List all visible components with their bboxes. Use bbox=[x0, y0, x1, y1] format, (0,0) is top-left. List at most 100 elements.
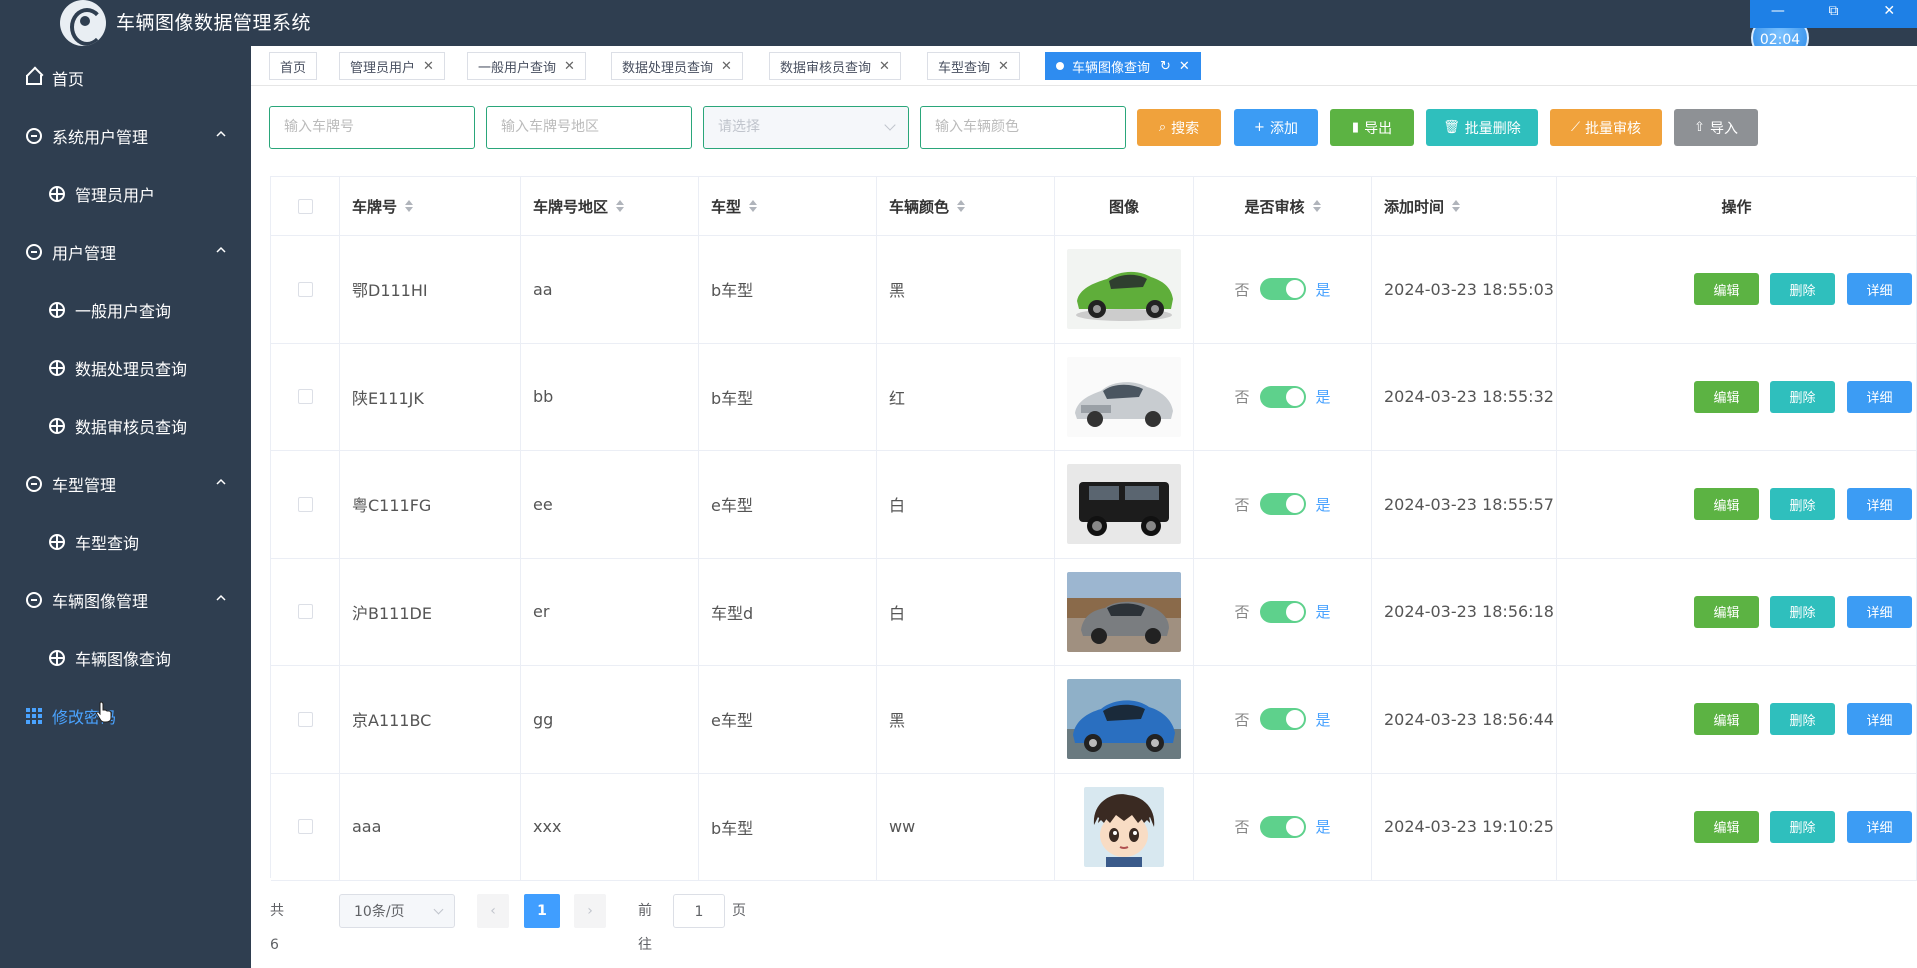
search-button[interactable]: ⌕ 搜索 bbox=[1137, 109, 1221, 146]
sort-icon[interactable] bbox=[405, 200, 414, 212]
sort-icon[interactable] bbox=[1452, 200, 1461, 212]
row-checkbox[interactable] bbox=[297, 281, 313, 297]
tab-general-users[interactable]: 一般用户查询 ✕ bbox=[467, 52, 586, 80]
plate-search-input[interactable]: 输入车牌号 bbox=[269, 106, 475, 149]
vehicle-thumbnail[interactable] bbox=[1067, 571, 1181, 652]
edit-button[interactable]: 编辑 bbox=[1694, 488, 1759, 521]
header-plate[interactable]: 车牌号 bbox=[340, 177, 521, 235]
edit-button[interactable]: 编辑 bbox=[1694, 380, 1759, 413]
sort-icon[interactable] bbox=[957, 200, 966, 212]
close-icon[interactable]: ✕ bbox=[1861, 0, 1917, 28]
sidebar-item-home[interactable]: 首页 bbox=[0, 56, 251, 100]
tab-vehicle-image-query[interactable]: 车辆图像查询 ↻ ✕ bbox=[1045, 52, 1201, 80]
edit-button[interactable]: 编辑 bbox=[1694, 810, 1759, 843]
close-icon[interactable]: ✕ bbox=[998, 59, 1009, 74]
vehicle-thumbnail[interactable] bbox=[1084, 786, 1164, 867]
sort-icon[interactable] bbox=[1312, 200, 1321, 212]
region-search-input[interactable]: 输入车牌号地区 bbox=[486, 106, 692, 149]
sidebar-item-admin-users[interactable]: 管理员用户 bbox=[0, 172, 251, 216]
review-switch[interactable] bbox=[1259, 815, 1306, 838]
batch-review-button[interactable]: ⟋ 批量审核 bbox=[1550, 109, 1662, 146]
restore-icon[interactable]: ⧉ bbox=[1806, 0, 1862, 28]
chevron-up-icon bbox=[216, 478, 226, 485]
row-checkbox[interactable] bbox=[297, 604, 313, 620]
row-checkbox[interactable] bbox=[297, 819, 313, 835]
goto-page-input[interactable]: 1 bbox=[673, 894, 725, 928]
header-type[interactable]: 车型 bbox=[699, 177, 877, 235]
next-page-button[interactable]: › bbox=[574, 894, 606, 928]
batch-delete-button[interactable]: 🗑 批量删除 bbox=[1426, 109, 1538, 146]
delete-button[interactable]: 删除 bbox=[1770, 273, 1835, 306]
import-button[interactable]: ⇧ 导入 bbox=[1674, 109, 1758, 146]
vehicle-thumbnail[interactable] bbox=[1067, 464, 1181, 545]
sidebar-item-data-processors[interactable]: 数据处理员查询 bbox=[0, 346, 251, 390]
refresh-icon[interactable]: ↻ bbox=[1160, 59, 1171, 74]
review-switch[interactable] bbox=[1259, 493, 1306, 516]
sidebar-group-system-users[interactable]: 系统用户管理 bbox=[0, 114, 251, 158]
header-time[interactable]: 添加时间 bbox=[1372, 177, 1557, 235]
detail-button[interactable]: 详细 bbox=[1847, 703, 1912, 736]
sidebar-item-data-reviewers[interactable]: 数据审核员查询 bbox=[0, 404, 251, 448]
vehicle-thumbnail[interactable] bbox=[1067, 679, 1181, 760]
region-cell: ee bbox=[521, 451, 699, 558]
image-cell bbox=[1055, 773, 1194, 880]
table-row: 鄂D111HI aa b车型 黑 否 是 2024-03-23 18:55:03… bbox=[271, 236, 1917, 344]
detail-button[interactable]: 详细 bbox=[1847, 273, 1912, 306]
review-switch[interactable] bbox=[1259, 278, 1306, 301]
close-icon[interactable]: ✕ bbox=[1179, 59, 1190, 74]
sort-icon[interactable] bbox=[616, 200, 625, 212]
close-icon[interactable]: ✕ bbox=[423, 59, 434, 74]
page-size-select[interactable]: 10条/页 bbox=[339, 894, 455, 928]
detail-button[interactable]: 详细 bbox=[1847, 488, 1912, 521]
detail-button[interactable]: 详细 bbox=[1847, 380, 1912, 413]
tab-data-processors[interactable]: 数据处理员查询 ✕ bbox=[611, 52, 743, 80]
vehicle-type-select[interactable]: 请选择 bbox=[703, 106, 909, 149]
delete-button[interactable]: 删除 bbox=[1770, 488, 1835, 521]
review-switch[interactable] bbox=[1259, 385, 1306, 408]
close-icon[interactable]: ✕ bbox=[879, 59, 890, 74]
delete-button[interactable]: 删除 bbox=[1770, 380, 1835, 413]
close-icon[interactable]: ✕ bbox=[564, 59, 575, 74]
tab-home[interactable]: 首页 bbox=[269, 52, 318, 80]
edit-button[interactable]: 编辑 bbox=[1694, 273, 1759, 306]
header-label: 车牌号 bbox=[352, 197, 398, 216]
close-icon[interactable]: ✕ bbox=[721, 59, 732, 74]
minimize-icon[interactable]: — bbox=[1750, 0, 1806, 28]
row-checkbox[interactable] bbox=[297, 711, 313, 727]
vehicle-thumbnail[interactable] bbox=[1067, 356, 1181, 437]
color-search-input[interactable]: 输入车辆颜色 bbox=[920, 106, 1126, 149]
header-reviewed[interactable]: 是否审核 bbox=[1194, 177, 1372, 235]
delete-button[interactable]: 删除 bbox=[1770, 703, 1835, 736]
detail-button[interactable]: 详细 bbox=[1847, 595, 1912, 628]
row-checkbox[interactable] bbox=[297, 389, 313, 405]
add-button[interactable]: + 添加 bbox=[1234, 109, 1318, 146]
review-switch[interactable] bbox=[1259, 600, 1306, 623]
select-all-checkbox[interactable] bbox=[297, 198, 313, 214]
export-button[interactable]: ▮ 导出 bbox=[1330, 109, 1414, 146]
tab-admin-users[interactable]: 管理员用户 ✕ bbox=[339, 52, 445, 80]
sidebar-item-vehicle-type-query[interactable]: 车型查询 bbox=[0, 520, 251, 564]
edit-button[interactable]: 编辑 bbox=[1694, 595, 1759, 628]
tab-data-reviewers[interactable]: 数据审核员查询 ✕ bbox=[769, 52, 901, 80]
edit-button[interactable]: 编辑 bbox=[1694, 703, 1759, 736]
header-color[interactable]: 车辆颜色 bbox=[877, 177, 1055, 235]
sidebar-item-change-password[interactable]: 修改密码 bbox=[0, 694, 251, 738]
sidebar-item-general-users[interactable]: 一般用户查询 bbox=[0, 288, 251, 332]
page-1-button[interactable]: 1 bbox=[524, 894, 560, 928]
actions-cell: 编辑 删除 详细 bbox=[1557, 558, 1917, 665]
tab-vehicle-type-query[interactable]: 车型查询 ✕ bbox=[927, 52, 1020, 80]
delete-button[interactable]: 删除 bbox=[1770, 595, 1835, 628]
sidebar-group-user-management[interactable]: 用户管理 bbox=[0, 230, 251, 274]
sidebar-group-vehicle-types[interactable]: 车型管理 bbox=[0, 462, 251, 506]
detail-button[interactable]: 详细 bbox=[1847, 810, 1912, 843]
header-region[interactable]: 车牌号地区 bbox=[521, 177, 699, 235]
delete-button[interactable]: 删除 bbox=[1770, 810, 1835, 843]
sidebar-group-vehicle-images[interactable]: 车辆图像管理 bbox=[0, 578, 251, 622]
button-label: 批量审核 bbox=[1585, 120, 1642, 137]
sort-icon[interactable] bbox=[749, 200, 758, 212]
prev-page-button[interactable]: ‹ bbox=[477, 894, 509, 928]
review-switch[interactable] bbox=[1259, 708, 1306, 731]
row-checkbox[interactable] bbox=[297, 496, 313, 512]
vehicle-thumbnail[interactable] bbox=[1067, 249, 1181, 330]
sidebar-item-vehicle-image-query[interactable]: 车辆图像查询 bbox=[0, 636, 251, 680]
